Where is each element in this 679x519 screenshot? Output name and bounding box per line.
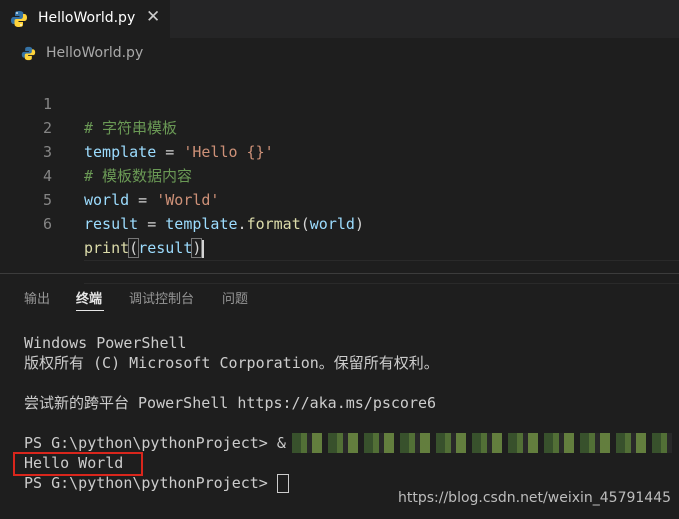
python-icon: [11, 11, 27, 27]
terminal-cursor: [276, 474, 289, 493]
code-line[interactable]: 2 template = 'Hello {}': [0, 92, 679, 161]
tab-terminal[interactable]: 终端: [76, 288, 102, 307]
breadcrumb-file[interactable]: HelloWorld.py: [46, 45, 143, 61]
tab-title: HelloWorld.py: [38, 10, 136, 26]
tab-helloworld[interactable]: HelloWorld.py ✕: [0, 0, 170, 38]
terminal-output[interactable]: Windows PowerShell 版权所有 (C) Microsoft Co…: [0, 318, 679, 519]
text-cursor: [202, 239, 205, 258]
tab-problems[interactable]: 问题: [222, 288, 248, 307]
terminal-prompt-line[interactable]: PS G:\python\pythonProject>: [24, 473, 289, 493]
close-icon[interactable]: ✕: [146, 7, 160, 27]
tab-output[interactable]: 输出: [24, 288, 50, 307]
python-icon: [21, 46, 36, 61]
tab-debug-console[interactable]: 调试控制台: [129, 288, 194, 307]
code-text: result = template.format(world): [84, 215, 364, 233]
panel-tab-bar: 输出 终端 调试控制台 问题: [0, 274, 679, 318]
terminal-line: PS G:\python\pythonProject> &: [24, 434, 286, 452]
watermark: https://blog.csdn.net/weixin_45791445: [398, 490, 672, 506]
code-line[interactable]: 6 print(result): [0, 188, 679, 258]
terminal-prompt: PS G:\python\pythonProject>: [24, 474, 277, 492]
active-tab-indicator: [76, 310, 104, 311]
breadcrumb: HelloWorld.py: [0, 38, 679, 68]
code-line[interactable]: 5 result = template.format(world): [0, 164, 679, 233]
terminal-line: 尝试新的跨平台 PowerShell https://aka.ms/pscore…: [24, 394, 437, 412]
code-line[interactable]: 3 # 模板数据内容: [0, 116, 679, 185]
code-line[interactable]: 4 world = 'World': [0, 140, 679, 209]
editor-tab-bar: HelloWorld.py ✕: [0, 0, 679, 38]
code-line[interactable]: 1 # 字符串模板: [0, 68, 679, 137]
redacted-region: [292, 433, 672, 453]
terminal-line: Windows PowerShell: [24, 334, 187, 352]
code-editor[interactable]: 1 # 字符串模板 2 template = 'Hello {}' 3 # 模板…: [0, 68, 679, 284]
line-number: 6: [42, 215, 52, 233]
code-text: print(result): [84, 236, 205, 260]
terminal-line: 版权所有 (C) Microsoft Corporation。保留所有权利。: [24, 354, 439, 372]
